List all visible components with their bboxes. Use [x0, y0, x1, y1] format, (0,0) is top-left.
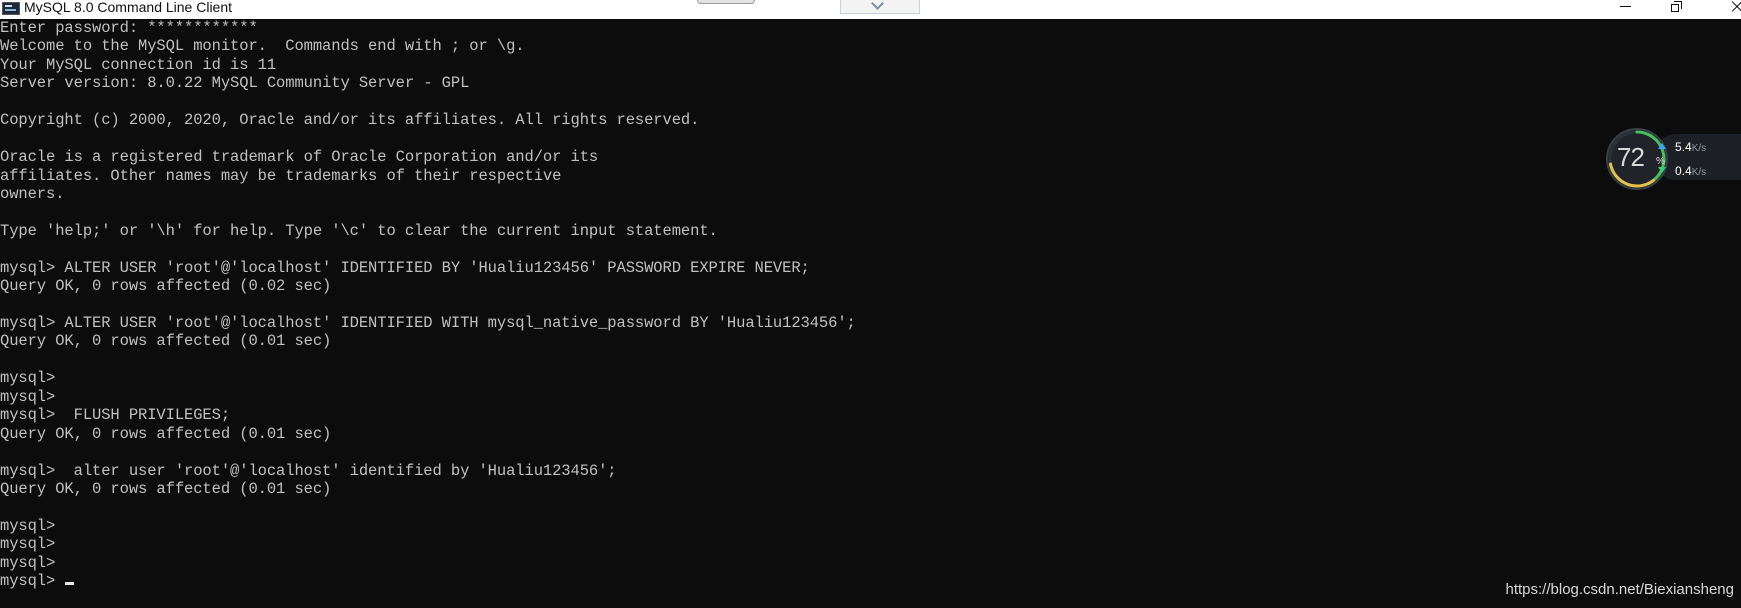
console-line: Welcome to the MySQL monitor. Commands e… — [0, 37, 525, 56]
console-line: mysql> ALTER USER 'root'@'localhost' IDE… — [0, 314, 856, 332]
console-output[interactable]: Enter password: ************ Welcome to t… — [0, 19, 1741, 608]
console-line: mysql> — [0, 387, 56, 406]
console-line: mysql> — [0, 553, 56, 572]
chevron-down-icon — [871, 0, 884, 10]
console-line: Type 'help;' or '\h' for help. Type '\c'… — [0, 221, 718, 240]
console-line: Your MySQL connection id is 11 — [0, 55, 277, 74]
console-line: Enter password: ************ — [0, 19, 258, 37]
download-speed: 0.4K/s — [1658, 164, 1707, 178]
console-line: Server version: 8.0.22 MySQL Community S… — [0, 74, 470, 93]
console-line: Query OK, 0 rows affected (0.01 sec) — [0, 479, 332, 498]
console-line: mysql> FLUSH PRIVILEGES; — [0, 406, 231, 425]
upload-speed-value: 5.4 — [1675, 140, 1692, 154]
restore-icon-front — [1671, 4, 1679, 12]
terminal-icon[interactable] — [2, 2, 20, 15]
tab-handle[interactable] — [697, 0, 755, 4]
cpu-usage-value: 72 — [1617, 142, 1645, 172]
download-speed-unit: K/s — [1691, 167, 1707, 178]
console-line: Copyright (c) 2000, 2020, Oracle and/or … — [0, 111, 700, 130]
window-title: MySQL 8.0 Command Line Client — [24, 0, 233, 15]
download-speed-value: 0.4 — [1675, 164, 1692, 178]
upload-arrow-icon — [1658, 143, 1666, 149]
close-button[interactable] — [1722, 0, 1741, 15]
mysql-console-window: MySQL 8.0 Command Line Client Enter pass… — [0, 0, 1741, 608]
text-cursor — [65, 582, 75, 586]
console-line: mysql> — [0, 516, 56, 535]
console-line: affiliates. Other names may be trademark… — [0, 166, 562, 185]
console-line: mysql> — [0, 535, 56, 554]
console-line: mysql> — [0, 572, 1741, 590]
console-line: Query OK, 0 rows affected (0.02 sec) — [0, 277, 332, 296]
console-line: mysql> — [0, 369, 56, 388]
minimize-button[interactable] — [1610, 0, 1640, 15]
console-line: Query OK, 0 rows affected (0.01 sec) — [0, 332, 332, 351]
console-line: Query OK, 0 rows affected (0.01 sec) — [0, 424, 332, 443]
cpu-usage-unit: % — [1656, 156, 1665, 167]
console-line: Oracle is a registered trademark of Orac… — [0, 148, 599, 167]
console-line: mysql> alter user 'root'@'localhost' ide… — [0, 461, 617, 480]
console-line: owners. — [0, 184, 65, 203]
console-line: mysql> ALTER USER 'root'@'localhost' IDE… — [0, 258, 810, 277]
watermark-url: https://blog.csdn.net/Biexiansheng — [1505, 581, 1735, 598]
dropdown-handle[interactable] — [840, 0, 920, 14]
restore-button[interactable] — [1661, 0, 1691, 15]
upload-speed-unit: K/s — [1691, 143, 1707, 154]
upload-speed: 5.4K/s — [1658, 140, 1707, 154]
download-arrow-icon — [1658, 167, 1666, 173]
title-bar[interactable]: MySQL 8.0 Command Line Client — [0, 0, 1741, 19]
network-speed-widget[interactable]: 72 % 5.4K/s 0.4K/s — [1605, 127, 1741, 193]
